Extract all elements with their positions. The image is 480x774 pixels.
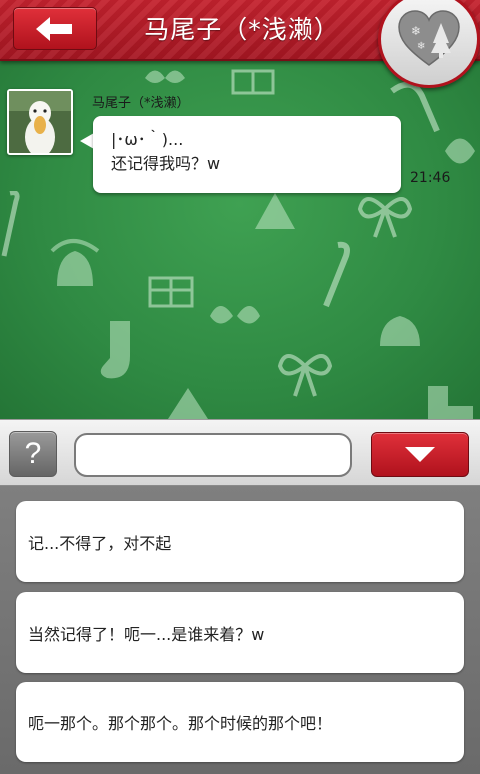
input-bar: ? [0, 419, 480, 486]
sender-name: 马尾子（*浅濑） [92, 96, 190, 111]
message-line: 还记得我吗？w [111, 154, 221, 173]
help-button[interactable]: ? [9, 431, 57, 477]
duck-avatar-image [9, 91, 71, 153]
triangle-down-icon [405, 446, 435, 462]
candy-cane-icon [1, 191, 20, 257]
back-button[interactable] [13, 7, 97, 50]
reply-option[interactable]: 记...不得了，对不起 [16, 501, 464, 582]
tree-icon [168, 388, 208, 419]
gift-icon [231, 69, 275, 95]
stocking-icon [428, 386, 473, 419]
reply-options-panel: 记...不得了，对不起 当然记得了！呃一...是谁来着？w 呃一那个。那个那个。… [0, 486, 480, 774]
message-timestamp: 21:46 [410, 170, 451, 186]
message-input[interactable] [74, 433, 352, 477]
reply-option[interactable]: 当然记得了！呃一...是谁来着？w [16, 592, 464, 673]
message-bubble[interactable]: |･ω･｀)... 还记得我吗？w [93, 116, 401, 193]
holly-icon [210, 306, 260, 324]
message-line: |･ω･｀)... [111, 130, 184, 149]
bubble-tail [80, 133, 94, 149]
sender-avatar[interactable] [7, 89, 73, 155]
christmas-heart-icon: ❄ ❄ [398, 10, 460, 66]
chat-area[interactable]: 马尾子（*浅濑） |･ω･｀)... 还记得我吗？w 21:46 [0, 61, 480, 419]
bell-icon [50, 239, 100, 286]
svg-text:❄: ❄ [411, 24, 421, 38]
candy-cane-icon [323, 241, 350, 308]
arrow-left-icon [36, 16, 72, 41]
page-title: 马尾子（*浅濑） [144, 15, 340, 44]
bow-icon [357, 197, 413, 238]
svg-text:❄: ❄ [417, 41, 425, 52]
reply-option[interactable]: 呃一那个。那个那个。那个时候的那个吧！ [16, 682, 464, 762]
stocking-icon [100, 321, 130, 379]
holly-icon [145, 70, 185, 83]
bow-icon [277, 354, 333, 397]
toggle-options-button[interactable] [371, 432, 469, 477]
gift-icon [148, 276, 194, 308]
bell-icon [380, 316, 420, 346]
tree-icon [255, 193, 295, 229]
